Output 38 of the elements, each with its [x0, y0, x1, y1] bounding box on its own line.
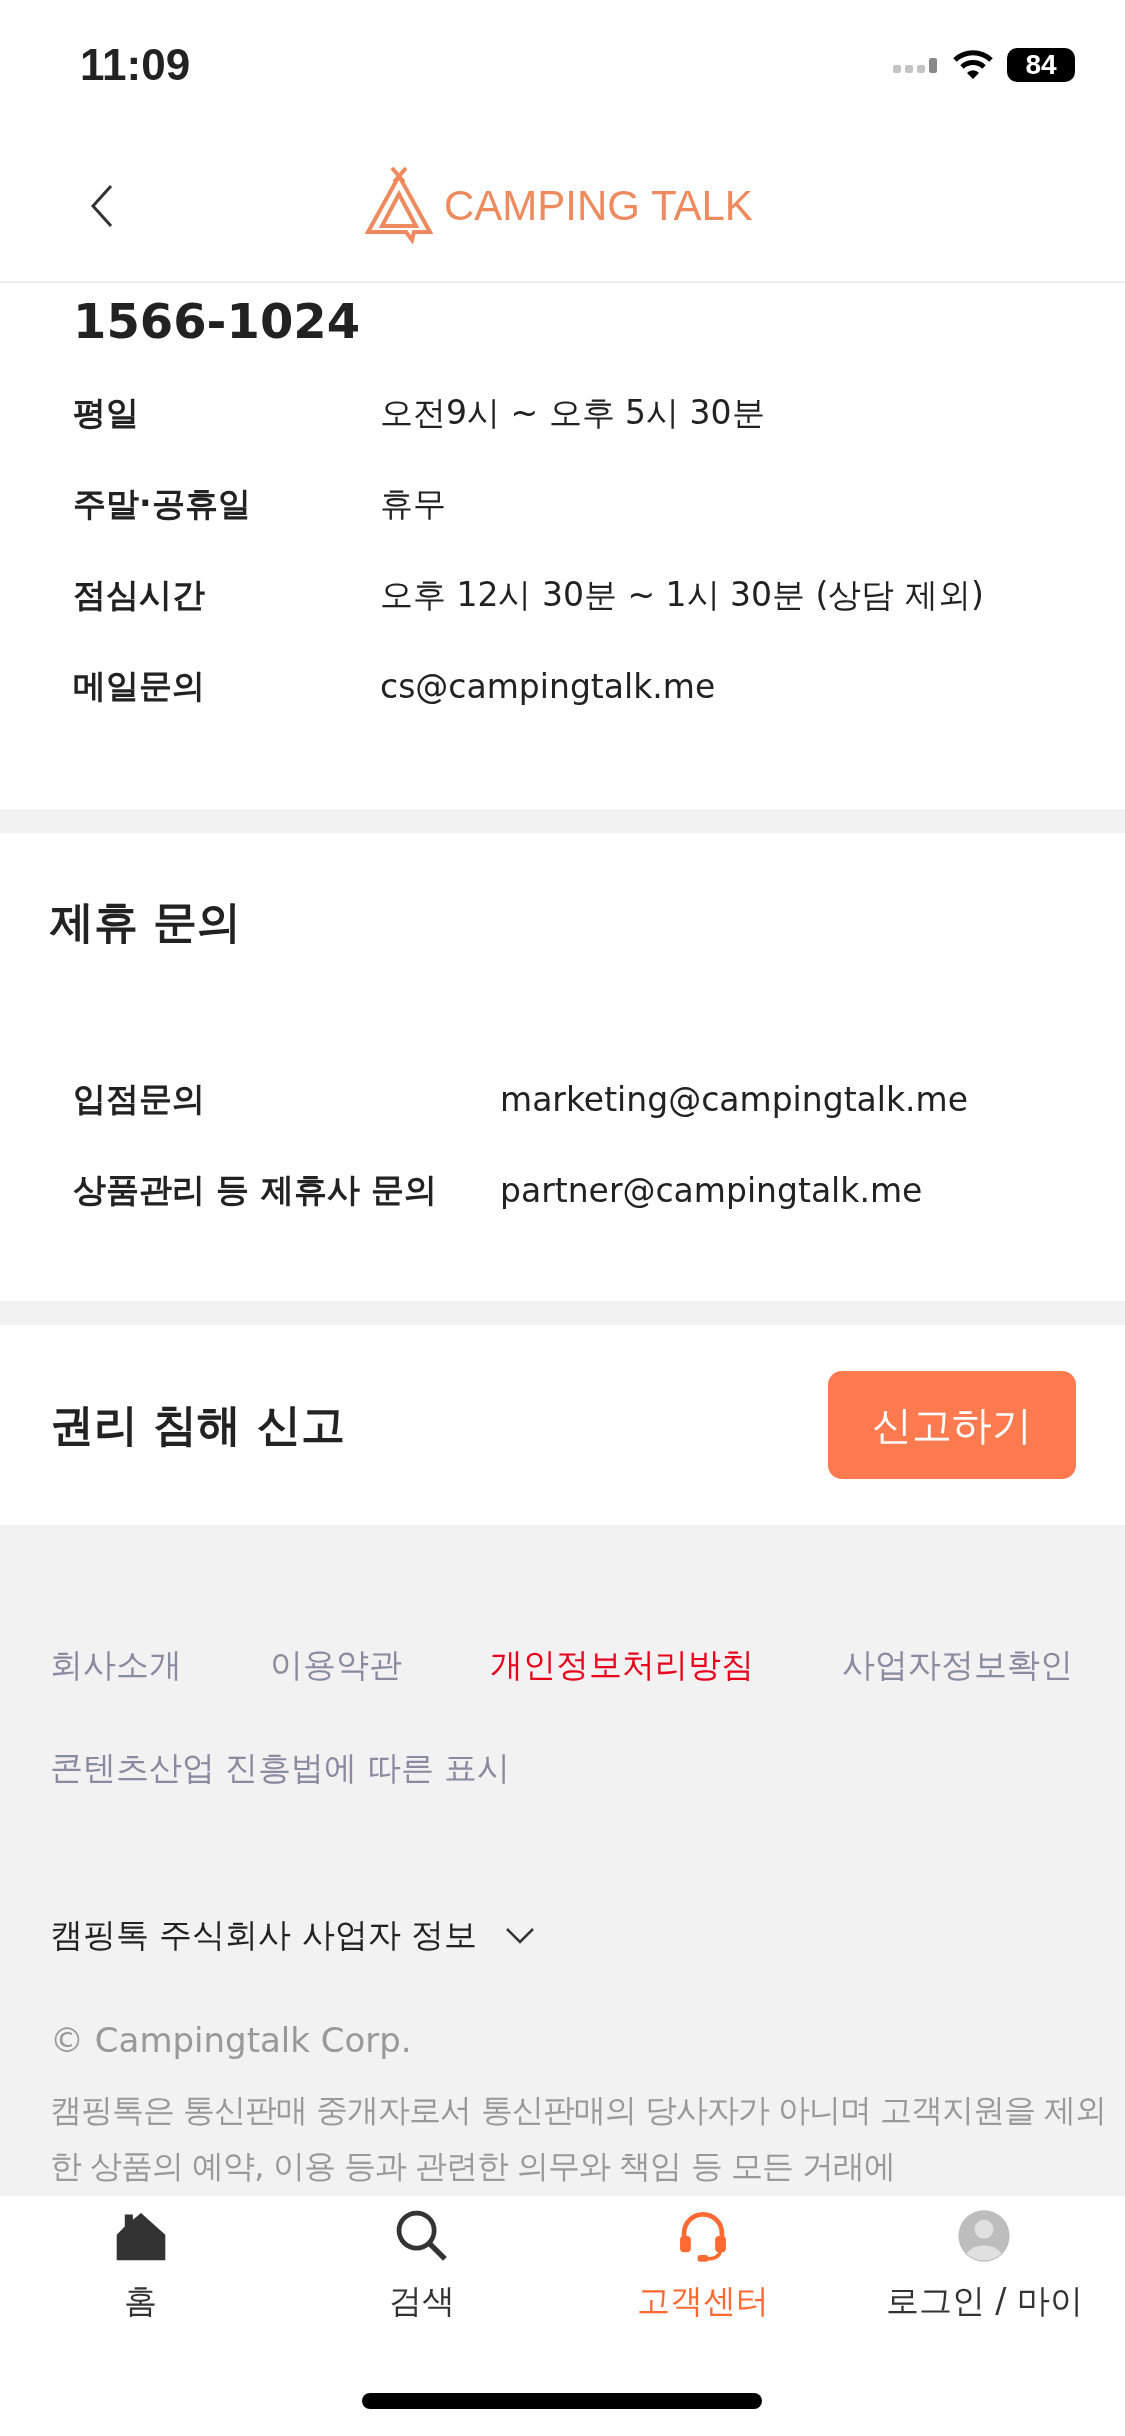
chevron-down-icon [505, 1926, 536, 1945]
footer-link[interactable]: 사업자정보확인 [842, 1643, 1073, 1688]
info-label: 입점문의 [73, 1078, 206, 1120]
report-button[interactable]: 신고하기 [828, 1371, 1076, 1479]
search-icon [394, 2208, 449, 2263]
info-label: 메일문의 [73, 665, 206, 707]
footer-link[interactable]: 콘텐츠산업 진흥법에 따른 표시 [50, 1746, 511, 1791]
tab-item[interactable]: 로그인 / 마이 [843, 2208, 1125, 2324]
battery-icon: 84 [1007, 48, 1075, 82]
footer-link[interactable]: 이용약관 [270, 1643, 402, 1688]
info-label: 평일 [73, 392, 140, 434]
tent-logo-icon [364, 165, 434, 246]
info-value: 오후 12시 30분 ~ 1시 30분 (상담 제외) [380, 574, 985, 616]
info-label: 상품관리 등 제휴사 문의 [73, 1169, 439, 1211]
info-value: cs@campingtalk.me [380, 667, 717, 706]
signal-icon [893, 57, 939, 73]
logo-text: CAMPING TALK [444, 181, 753, 230]
section-title: 권리 침해 신고 [50, 1397, 345, 1452]
status-time: 11:09 [80, 40, 191, 90]
business-info-toggle[interactable]: 캠핑톡 주식회사 사업자 정보 [50, 1913, 1125, 1958]
tab-item[interactable]: 고객센터 [562, 2208, 844, 2324]
section-title: 제휴 문의 [50, 895, 243, 949]
footer-link[interactable]: 회사소개 [50, 1643, 182, 1688]
tab-item[interactable]: 검색 [281, 2208, 563, 2324]
back-icon[interactable] [90, 183, 114, 228]
info-label: 주말·공휴일 [73, 483, 252, 525]
info-value: 휴무 [380, 483, 447, 525]
info-value: partner@campingtalk.me [500, 1171, 924, 1210]
avatar-icon [957, 2208, 1012, 2263]
copyright-text: © Campingtalk Corp. [50, 2020, 413, 2060]
info-label: 점심시간 [73, 574, 206, 616]
footer-link[interactable]: 개인정보처리방침 [490, 1643, 754, 1688]
wifi-icon [953, 50, 993, 80]
info-value: marketing@campingtalk.me [500, 1080, 969, 1119]
info-value: 오전9시 ~ 오후 5시 30분 [380, 392, 766, 434]
notice-text: 캠핑톡은 통신판매 중개자로서 통신판매의 당사자가 아니며 고객지원을 제외한 상품의 예약, 이용 등과 관련한 의무와 책임 등 모든 거래에 [50, 2090, 1108, 2187]
phone-number: 1566-1024 [73, 293, 362, 349]
tab-item[interactable]: 홈 [0, 2208, 282, 2324]
